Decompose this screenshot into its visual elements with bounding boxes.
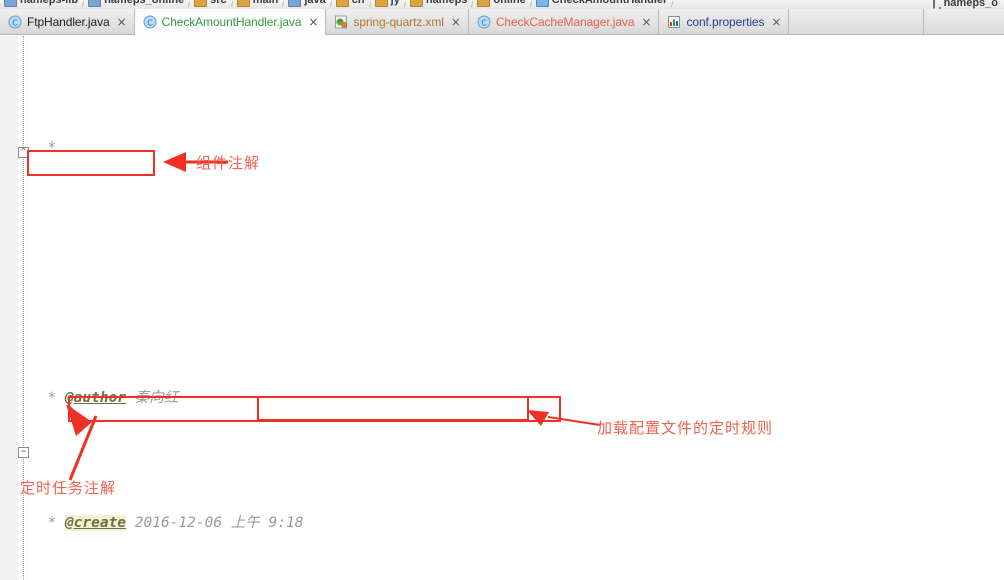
breadcrumb-item[interactable]: src [190,0,233,9]
xml-spring-icon [335,15,348,28]
breadcrumb-item-label: CheckAmountHandler [551,0,668,6]
breadcrumb-item-label: cn [351,0,365,6]
properties-icon [668,15,681,28]
code-line-create: * @create 2016-12-06 上午 9:18 [30,511,1004,536]
tab-checkamounthandler[interactable]: C CheckAmountHandler.java × [134,9,327,35]
tab-checkcachemanager[interactable]: C CheckCacheManager.java × [468,9,660,34]
svg-text:C: C [12,18,18,27]
module-icon [88,0,102,7]
folder-icon [236,0,250,7]
folder-icon [409,0,423,7]
breadcrumb-item[interactable]: online [473,0,531,9]
breadcrumb-item-label: main [252,0,279,6]
tab-label: spring-quartz.xml [353,14,444,29]
package-icon [288,0,302,7]
folder-icon [335,0,349,7]
tab-label: CheckAmountHandler.java [161,14,302,29]
breadcrumb-item[interactable]: CheckAmountHandler [532,0,674,9]
code-text: * [47,515,57,531]
class-icon [535,0,549,7]
tab-ftphandler[interactable]: C FtpHandler.java × [0,9,135,34]
code-text: 秦向红 [134,390,179,406]
breadcrumb-item[interactable]: java [284,0,331,9]
config-annotation-label: 加载配置文件的定时规则 [597,419,774,437]
component-annotation-label: 组件注解 [196,154,261,172]
tab-bar-end [924,9,1004,34]
code-line: * [30,136,1004,161]
fold-marker-javadoc[interactable]: ⌃ [18,147,29,158]
java-class-icon: C [8,15,22,28]
close-icon[interactable]: × [769,16,781,28]
folder-icon [374,0,388,7]
breadcrumb-item[interactable]: jy [371,0,406,9]
breadcrumb-item-label: nameps-lib [20,0,79,6]
tab-spring-quartz-xml[interactable]: spring-quartz.xml × [326,9,469,34]
breadcrumb-right-label: nameps_o [943,0,998,9]
breadcrumb-item-label: java [304,0,326,6]
editor-gutter[interactable] [0,36,18,580]
breadcrumb-item-label: nameps_online [104,0,185,6]
scheduled-annotation-label: 定时任务注解 [20,479,117,497]
breadcrumb-item[interactable]: nameps_online [84,0,190,9]
indent-guide [23,36,24,580]
breadcrumb-item[interactable]: nameps [406,0,474,9]
java-class-icon: C [143,15,157,28]
breadcrumb-item-label: online [493,0,526,6]
close-icon[interactable]: × [115,16,127,28]
fold-marker-method[interactable]: − [18,447,29,458]
breadcrumb-item[interactable]: cn [332,0,371,9]
code-editor[interactable]: ⌃ − * * @author 秦向红 * @create 2016-12-06… [0,36,1004,580]
editor-tab-bar[interactable]: C FtpHandler.java × C CheckAmountHandler… [0,9,1004,35]
tab-bar-filler [789,9,924,34]
tab-label: conf.properties [686,14,765,29]
code-line-author: * @author 秦向红 [30,386,1004,411]
code-content[interactable]: * * @author 秦向红 * @create 2016-12-06 上午 … [30,36,1004,580]
java-class-icon: C [477,15,491,28]
svg-text:C: C [481,18,487,27]
fold-rail[interactable] [18,36,30,580]
close-icon[interactable]: × [306,16,318,28]
tab-label: CheckCacheManager.java [495,14,635,29]
javadoc-tag: @author [64,390,127,406]
close-icon[interactable]: × [449,16,461,28]
module-icon [4,0,17,7]
svg-text:C: C [147,18,153,27]
breadcrumb-item-label: src [210,0,227,6]
code-text: * [47,140,57,156]
tab-conf-properties[interactable]: conf.properties × [659,9,790,34]
code-text: 2016-12-06 上午 9:18 [134,515,304,531]
breadcrumb-item[interactable]: main [233,0,285,9]
code-text: * [47,390,57,406]
breadcrumb-item[interactable]: nameps-lib [0,0,84,9]
tab-label: FtpHandler.java [27,14,110,29]
folder-icon [477,0,491,7]
breadcrumb-right-item[interactable]: | nameps_o [933,0,1004,9]
breadcrumb-item-label: nameps [425,0,468,6]
close-icon[interactable]: × [639,16,651,28]
breadcrumb-item-label: jy [390,0,400,6]
javadoc-tag: @create [64,515,127,531]
folder-icon [194,0,208,7]
